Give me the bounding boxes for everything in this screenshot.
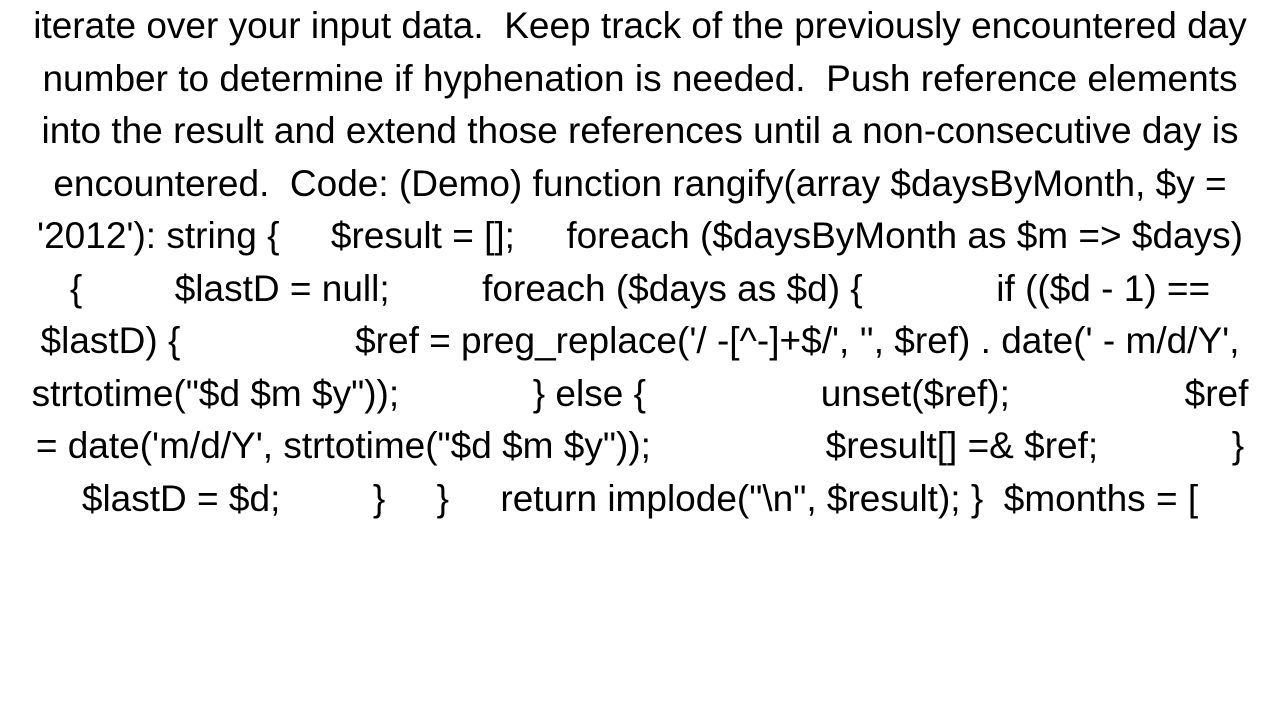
document-body-text: iterate over your input data. Keep track…	[0, 0, 1280, 720]
